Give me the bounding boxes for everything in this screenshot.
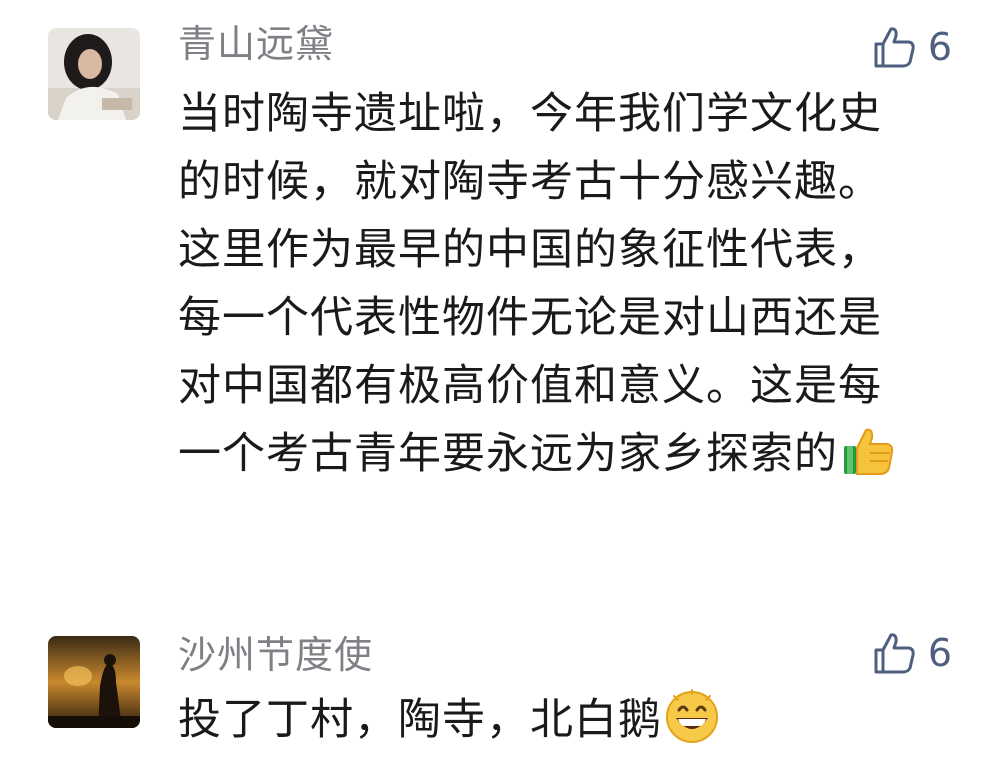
comment-item: 沙州节度使 6 投了丁村，陶寺，北白鹅: [0, 600, 1000, 768]
comment-text: 当时陶寺遗址啦，今年我们学文化史的时候，就对陶寺考古十分感兴趣。这里作为最早的中…: [178, 80, 918, 488]
username[interactable]: 青山远黛: [178, 22, 334, 66]
avatar-image: [48, 636, 140, 728]
thumbs-up-icon: [874, 633, 915, 674]
comment-text: 投了丁村，陶寺，北白鹅: [178, 686, 918, 754]
thumbs-up-icon: [874, 27, 915, 68]
avatar[interactable]: [48, 636, 140, 728]
like-count: 6: [927, 631, 952, 675]
thumbs-up-emoji-icon: [844, 428, 894, 475]
comment-item: 青山远黛 6 当时陶寺遗址啦，今年我们学文化史的时候，就对陶寺考古十分感兴趣。这…: [0, 0, 1000, 590]
comment-list: 青山远黛 6 当时陶寺遗址啦，今年我们学文化史的时候，就对陶寺考古十分感兴趣。这…: [0, 0, 1000, 768]
like-button[interactable]: 6: [872, 24, 952, 70]
avatar[interactable]: [48, 28, 140, 120]
grinning-face-emoji-icon: [666, 689, 718, 743]
like-count: 6: [927, 25, 952, 69]
avatar-image: [48, 28, 140, 120]
username[interactable]: 沙州节度使: [178, 633, 373, 677]
comment-text-body: 投了丁村，陶寺，北白鹅: [178, 695, 662, 745]
comment-text-body: 当时陶寺遗址啦，今年我们学文化史的时候，就对陶寺考古十分感兴趣。这里作为最早的中…: [178, 89, 882, 479]
like-button[interactable]: 6: [872, 630, 952, 676]
